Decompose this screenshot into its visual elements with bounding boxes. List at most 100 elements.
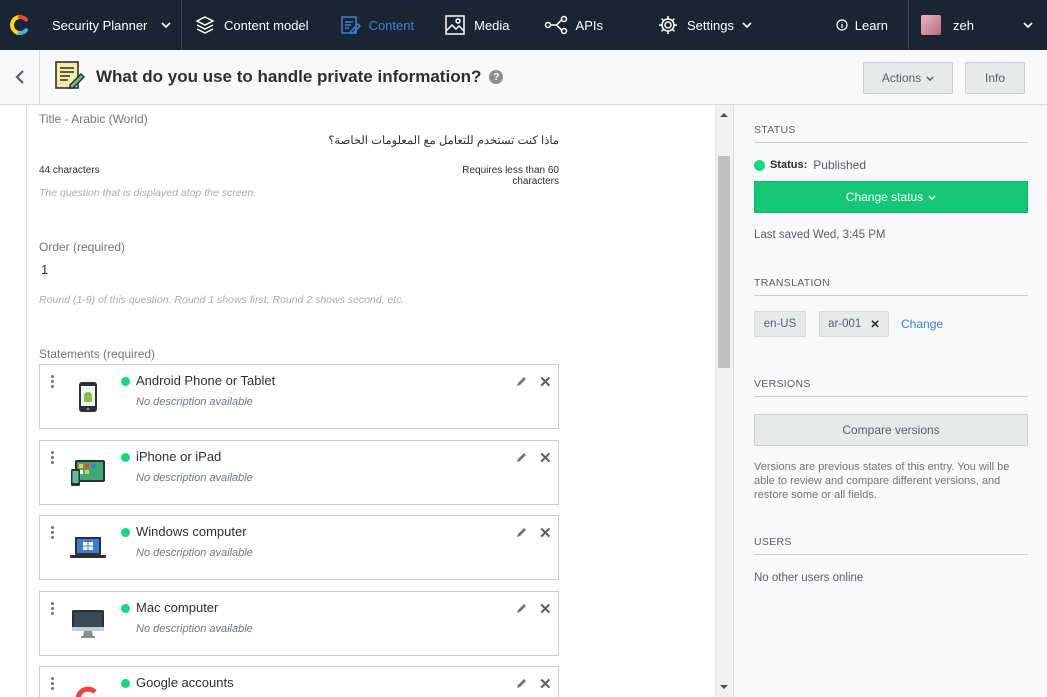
- info-button[interactable]: Info: [965, 62, 1025, 94]
- status-value: Published: [813, 158, 866, 172]
- chevron-down-icon: [926, 75, 934, 81]
- statement-card[interactable]: Google accounts ✕: [39, 666, 559, 697]
- nav-content[interactable]: Content: [323, 0, 429, 50]
- status-dot: [754, 159, 765, 171]
- nav-label: Settings: [687, 17, 734, 33]
- help-icon[interactable]: ?: [489, 70, 504, 84]
- statement-card[interactable]: iPhone or iPad No description available …: [39, 440, 559, 505]
- nav-label: APIs: [575, 17, 603, 33]
- nav-settings[interactable]: Settings: [617, 0, 766, 50]
- nav-apis[interactable]: APIs: [524, 0, 617, 50]
- chevron-down-icon: [161, 22, 171, 28]
- pencil-edit-icon[interactable]: [516, 451, 528, 463]
- learn-link[interactable]: Learn: [816, 0, 909, 50]
- layers-icon: [195, 16, 215, 34]
- compare-versions-button[interactable]: Compare versions: [754, 414, 1028, 446]
- versions-description: Versions are previous states of this ent…: [754, 461, 1010, 501]
- learn-label: Learn: [854, 17, 888, 33]
- locale-pill-en-us: en-US: [754, 311, 806, 337]
- statement-name: iPhone or iPad: [136, 449, 222, 464]
- status-heading: STATUS: [754, 124, 1028, 143]
- title-field-label: Title - Arabic (World): [39, 112, 148, 126]
- drag-handle[interactable]: [51, 375, 55, 390]
- nav-label: Content model: [224, 17, 309, 33]
- chevron-down-icon: [928, 194, 936, 200]
- drag-handle[interactable]: [51, 451, 55, 466]
- users-status-text: No other users online: [754, 572, 864, 584]
- statement-description: No description available: [136, 547, 253, 559]
- published-status-dot: [121, 679, 130, 688]
- remove-icon[interactable]: ✕: [539, 373, 552, 391]
- avatar: [921, 15, 941, 35]
- actions-button[interactable]: Actions: [863, 62, 953, 94]
- pencil-edit-icon[interactable]: [516, 677, 528, 689]
- chevron-left-icon: [14, 70, 24, 84]
- remove-icon[interactable]: ✕: [539, 675, 552, 693]
- space-selector[interactable]: Security Planner: [40, 0, 182, 50]
- change-status-label: Change status: [845, 190, 924, 204]
- change-locale-link[interactable]: Change: [901, 317, 943, 331]
- status-label: Status:: [770, 159, 808, 171]
- published-status-dot: [121, 604, 130, 613]
- scrollbar-thumb[interactable]: [718, 156, 730, 368]
- entry-header: What do you use to handle private inform…: [0, 49, 1047, 105]
- statement-description: No description available: [136, 623, 253, 635]
- scroll-down-arrow-icon[interactable]: [716, 681, 732, 693]
- media-image-icon: [445, 15, 465, 35]
- statement-card[interactable]: Android Phone or Tablet No description a…: [39, 364, 559, 429]
- user-name: zeh: [953, 17, 974, 33]
- status-row: Status: Published: [754, 158, 866, 172]
- chevron-down-icon: [1023, 22, 1033, 28]
- statement-name: Google accounts: [136, 675, 234, 690]
- pencil-edit-icon[interactable]: [516, 375, 528, 387]
- scroll-up-arrow-icon[interactable]: [716, 109, 732, 121]
- remove-icon[interactable]: ✕: [539, 600, 552, 618]
- nav-label: Media: [474, 17, 510, 33]
- api-share-icon: [544, 15, 567, 35]
- statement-name: Windows computer: [136, 524, 247, 539]
- chevron-down-icon: [742, 22, 752, 28]
- order-hint: Round (1-9) of this question. Round 1 sh…: [39, 294, 405, 306]
- statement-card[interactable]: Windows computer No description availabl…: [39, 515, 559, 580]
- remove-locale-icon[interactable]: ✕: [870, 317, 880, 331]
- published-status-dot: [121, 453, 130, 462]
- actions-label: Actions: [881, 71, 922, 85]
- title-char-limit: Requires less than 60 characters: [462, 165, 559, 187]
- statement-name: Android Phone or Tablet: [136, 373, 276, 388]
- title-char-count: 44 characters: [39, 165, 100, 176]
- back-button[interactable]: [0, 49, 40, 105]
- remove-icon[interactable]: ✕: [539, 524, 552, 542]
- users-heading: USERS: [754, 536, 1028, 555]
- nav-media[interactable]: Media: [428, 0, 523, 50]
- entry-title: What do you use to handle private inform…: [96, 67, 482, 86]
- published-status-dot: [121, 528, 130, 537]
- title-field-input[interactable]: ماذا كنت تستخدم للتعامل مع المعلومات الخ…: [39, 133, 559, 155]
- statement-description: No description available: [136, 396, 253, 408]
- google-icon: [68, 681, 108, 697]
- remove-icon[interactable]: ✕: [539, 449, 552, 467]
- locale-pill-ar: ar-001 ✕: [819, 311, 889, 337]
- entry-content-type-icon: [52, 58, 86, 97]
- order-field-input[interactable]: 1: [39, 262, 559, 284]
- statement-description: No description available: [136, 472, 253, 484]
- nav-content-model[interactable]: Content model: [182, 0, 323, 50]
- info-icon: [836, 19, 848, 31]
- statements-field-label: Statements (required): [39, 347, 156, 361]
- drag-handle[interactable]: [51, 602, 55, 617]
- drag-handle[interactable]: [51, 526, 55, 541]
- pencil-edit-icon[interactable]: [516, 602, 528, 614]
- pencil-edit-icon[interactable]: [516, 526, 528, 538]
- statement-card[interactable]: Mac computer No description available ✕: [39, 591, 559, 656]
- imac-icon: [68, 606, 108, 642]
- translation-heading: TRANSLATION: [754, 277, 1028, 296]
- locale-label: en-US: [763, 318, 797, 330]
- published-status-dot: [121, 377, 130, 386]
- drag-handle[interactable]: [51, 677, 55, 692]
- contentful-logo-icon[interactable]: [0, 0, 40, 50]
- last-saved-text: Last saved Wed, 3:45 PM: [754, 229, 886, 241]
- change-status-button[interactable]: Change status: [754, 181, 1028, 213]
- editor-scrollbar[interactable]: [715, 105, 733, 697]
- entry-editor: Title - Arabic (World) ماذا كنت تستخدم ل…: [0, 105, 733, 697]
- user-menu[interactable]: zeh: [909, 0, 1047, 50]
- title-field-value: ماذا كنت تستخدم للتعامل مع المعلومات الخ…: [328, 135, 559, 147]
